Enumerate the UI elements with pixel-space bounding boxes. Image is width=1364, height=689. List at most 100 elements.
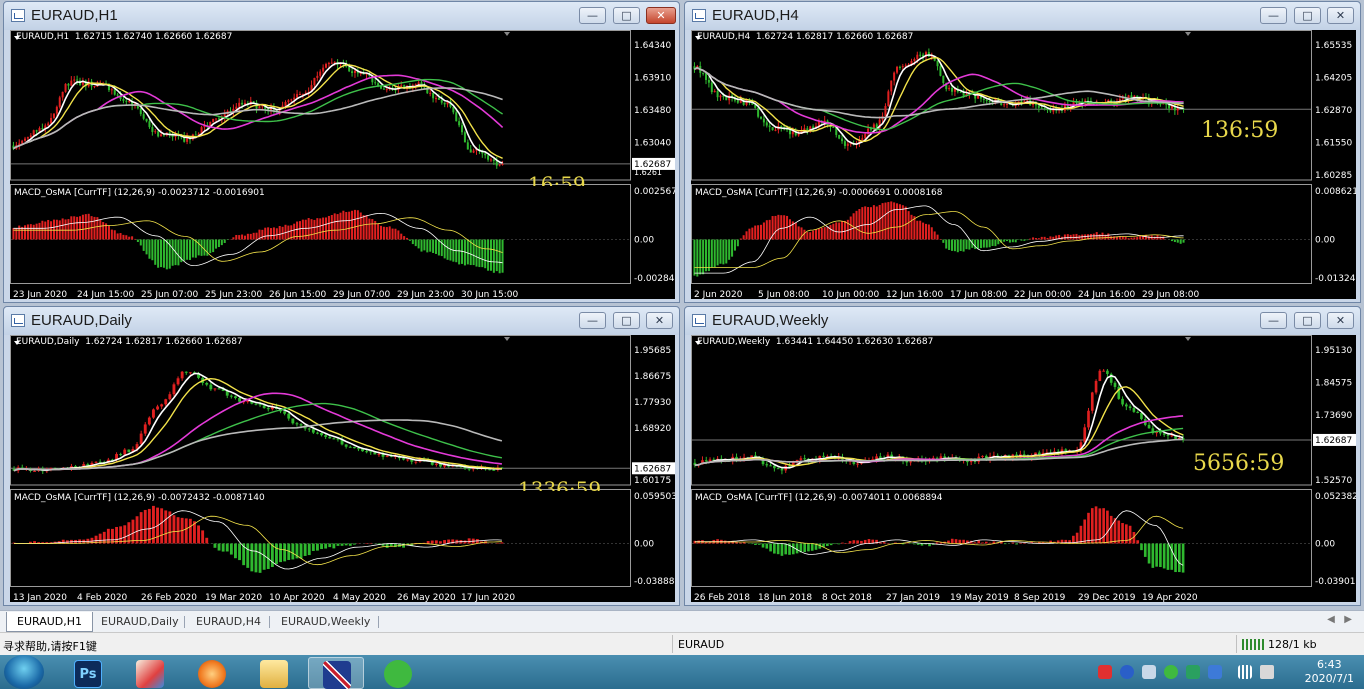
candle-body — [217, 388, 221, 390]
candle-body — [41, 128, 44, 130]
candle-body — [846, 143, 849, 146]
minimize-button[interactable]: — — [1260, 312, 1287, 329]
chart-area[interactable]: 1.64340 1.63910 1.63480 1.63040 1.62687 1.626… — [10, 30, 675, 299]
maximize-button[interactable]: □ — [613, 7, 640, 24]
macd-histogram-bar — [18, 225, 21, 240]
system-clock[interactable]: 6:43 2020/7/1 — [1305, 658, 1354, 686]
macd-histogram-bar — [351, 210, 354, 240]
macd-histogram-bar — [417, 239, 420, 249]
wechat-tray-icon[interactable] — [1164, 665, 1178, 679]
macd-histogram-bar — [122, 234, 125, 240]
macd-histogram-bar — [298, 221, 301, 240]
chart-svg[interactable]: 1.643401.639101.634801.630401.626871.626… — [10, 30, 675, 299]
macd-histogram-bar — [950, 538, 954, 544]
macd-histogram-bar — [133, 238, 137, 240]
macd-histogram-bar — [841, 542, 844, 544]
taskbar-app-browser[interactable] — [184, 657, 240, 689]
time-axis-label: 22 Jun 00:00 — [1014, 290, 1071, 299]
chart-window-daily[interactable]: EURAUD,Daily — □ ✕ 1.95685 1.86675 1.77930… — [3, 306, 680, 606]
minimize-button[interactable]: — — [579, 7, 606, 24]
candle-body — [1140, 412, 1143, 420]
volume-muted-icon[interactable] — [1260, 665, 1274, 679]
chart-window-h1[interactable]: EURAUD,H1 — □ ✕ 1.64340 1.63910 1.63480 1.6… — [3, 1, 680, 303]
price-scale-label: 1.63040 — [634, 139, 671, 149]
macd-histogram-bar — [1069, 234, 1072, 240]
title-bar[interactable]: EURAUD,Daily — □ ✕ — [4, 307, 679, 335]
maximize-button[interactable]: □ — [613, 312, 640, 329]
candle-body — [328, 436, 332, 439]
macd-histogram-bar — [1182, 239, 1185, 243]
chart-svg[interactable]: 1.95685 1.86675 1.77930 1.68920 1.62687 1.601… — [10, 335, 675, 602]
macd-histogram-bar — [116, 233, 119, 240]
macd-histogram-bar — [287, 225, 290, 240]
macd-histogram-bar — [1075, 233, 1078, 240]
candle-body — [774, 129, 777, 131]
chart-window-h4[interactable]: EURAUD,H4 — □ ✕ 1.65535 1.64205 1.62870 1.6… — [684, 1, 1361, 303]
macd-histogram-bar — [176, 517, 180, 544]
title-bar[interactable]: EURAUD,H4 — □ ✕ — [685, 2, 1360, 30]
candle-body — [725, 96, 728, 101]
chart-window-weekly[interactable]: EURAUD,Weekly — □ ✕ 1.95130 1.84575 1.7369… — [684, 306, 1361, 606]
taskbar-app-wechat[interactable] — [370, 657, 426, 689]
maximize-button[interactable]: □ — [1294, 312, 1321, 329]
tab-euraud-weekly[interactable]: EURAUD,Weekly — [271, 612, 380, 632]
macd-histogram-bar — [272, 227, 275, 240]
macd-histogram-bar — [310, 219, 313, 240]
security-shield-icon[interactable] — [1208, 665, 1222, 679]
macd-histogram-bar — [1147, 543, 1151, 564]
taskbar-app-photoshop[interactable]: Ps — [60, 657, 116, 689]
moving-average-line — [694, 415, 1184, 466]
start-button[interactable] — [4, 655, 44, 689]
macd-histogram-bar — [864, 206, 867, 240]
macd-histogram-bar — [959, 239, 962, 252]
title-bar[interactable]: EURAUD,Weekly — □ ✕ — [685, 307, 1360, 335]
tab-euraud-daily[interactable]: EURAUD,Daily — [91, 612, 189, 632]
candle-body — [472, 150, 475, 153]
candle-body — [495, 160, 498, 166]
macd-histogram-bar — [136, 239, 139, 242]
candle-body — [765, 122, 768, 126]
candle-body — [235, 106, 238, 109]
chart-area[interactable]: 1.95685 1.86675 1.77930 1.68920 1.62687 1.601… — [10, 335, 675, 602]
green-app-icon[interactable] — [1186, 665, 1200, 679]
close-button[interactable]: ✕ — [1327, 7, 1354, 24]
chart-area[interactable]: 1.65535 1.64205 1.62870 1.61550 1.60285 0.008… — [691, 30, 1356, 299]
tab-euraud-h4[interactable]: EURAUD,H4 — [186, 612, 271, 632]
macd-histogram-bar — [882, 542, 886, 544]
signal-bars-icon[interactable] — [1238, 665, 1252, 679]
minimize-button[interactable]: — — [579, 312, 606, 329]
macd-histogram-bar — [142, 239, 145, 251]
macd-histogram-bar — [1166, 543, 1170, 570]
taskbar-app-explorer[interactable] — [246, 657, 302, 689]
close-button[interactable]: ✕ — [646, 7, 676, 24]
macd-histogram-bar — [884, 202, 887, 240]
candle-body — [353, 70, 356, 73]
minimize-button[interactable]: — — [1260, 7, 1287, 24]
network-icon[interactable] — [1142, 665, 1156, 679]
moving-average-line — [694, 374, 1184, 469]
maximize-button[interactable]: □ — [1294, 7, 1321, 24]
window-title: EURAUD,Weekly — [712, 312, 829, 329]
taskbar-app-metatrader[interactable] — [308, 657, 364, 689]
candle-body — [127, 449, 131, 453]
tab-scroll-arrows[interactable]: ◀ ▶ — [1327, 614, 1352, 625]
macd-histogram-bar — [924, 223, 927, 240]
taskbar-app-paint[interactable] — [122, 657, 178, 689]
tab-euraud-h1[interactable]: EURAUD,H1 — [6, 612, 94, 632]
candle-body — [258, 106, 261, 109]
candle-body — [791, 131, 794, 135]
chart-area[interactable]: 1.95130 1.84575 1.73690 1.62687 1.52570 0.052… — [691, 335, 1356, 602]
macd-histogram-bar — [953, 239, 956, 252]
macd-histogram-bar — [131, 519, 135, 544]
time-axis-label: 8 Oct 2018 — [822, 593, 872, 602]
sogou-ime-icon[interactable] — [1098, 665, 1112, 679]
candle-body — [35, 130, 38, 132]
macd-histogram-bar — [243, 235, 246, 240]
macd-histogram-bar — [87, 213, 90, 240]
close-button[interactable]: ✕ — [1327, 312, 1354, 329]
help-icon[interactable] — [1120, 665, 1134, 679]
title-bar[interactable]: EURAUD,H1 — □ ✕ — [4, 2, 679, 30]
close-button[interactable]: ✕ — [646, 312, 673, 329]
macd-histogram-bar — [184, 518, 188, 544]
chart-svg[interactable]: 1.65535 1.64205 1.62870 1.61550 1.60285 0.008… — [691, 30, 1356, 299]
